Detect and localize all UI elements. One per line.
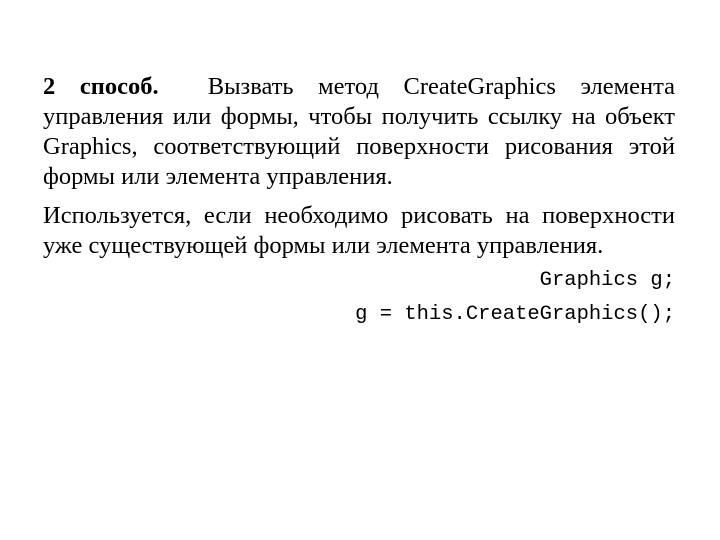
- slide-content: 2 способ. Вызвать метод CreateGraphics э…: [43, 72, 675, 332]
- paragraph-usage: Используется, если необходимо рисовать н…: [43, 202, 675, 259]
- code-line: Graphics g;: [539, 269, 675, 292]
- code-line: g = this.CreateGraphics();: [355, 303, 675, 326]
- paragraph-method-2: 2 способ. Вызвать метод CreateGraphics э…: [43, 72, 675, 192]
- method-label: 2 способ.: [43, 73, 159, 100]
- code-block: Graphics g; g = this.CreateGraphics();: [43, 264, 675, 332]
